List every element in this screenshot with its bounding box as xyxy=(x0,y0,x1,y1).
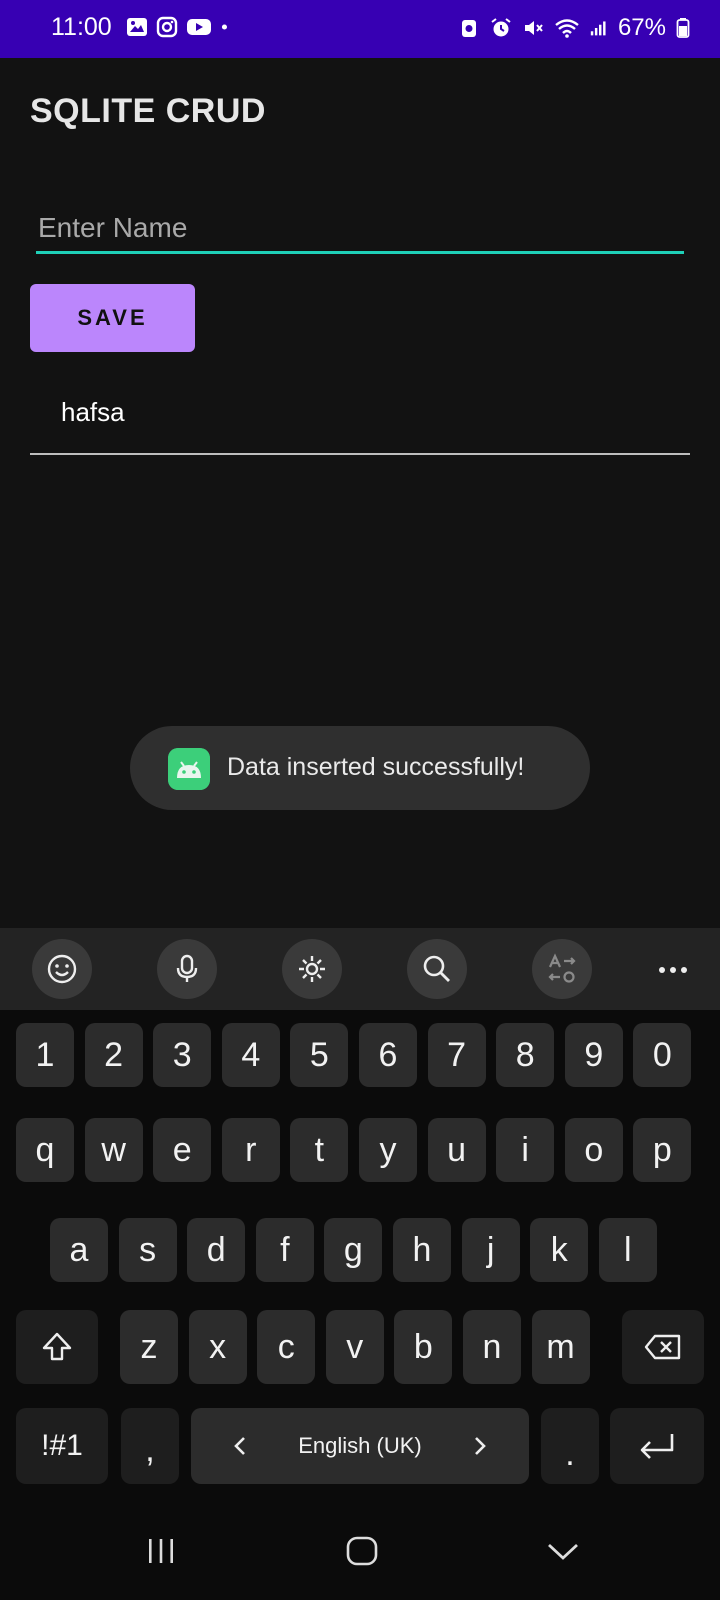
youtube-icon xyxy=(187,19,211,35)
battery-percentage: 67% xyxy=(617,14,666,41)
key-n[interactable]: n xyxy=(463,1310,521,1384)
language-label: English (UK) xyxy=(298,1433,422,1458)
key-d[interactable]: d xyxy=(187,1218,246,1282)
key-f[interactable]: f xyxy=(255,1218,314,1282)
battery-icon xyxy=(676,18,690,38)
key-c[interactable]: c xyxy=(257,1310,316,1384)
keyboard: 1 2 3 4 5 6 7 8 9 0 q w e r t y u i o p a s d f g h j k l z x c v b n m !#1,… xyxy=(0,928,720,1496)
status-system-icons: 67% xyxy=(458,14,690,42)
key-e[interactable]: e xyxy=(153,1118,212,1182)
key-w[interactable]: w xyxy=(84,1118,143,1182)
translate-button[interactable] xyxy=(532,939,592,999)
status-time: 11:00 xyxy=(51,13,112,41)
key-i[interactable]: i xyxy=(496,1118,555,1182)
key-r[interactable]: r xyxy=(221,1118,280,1182)
key-s[interactable]: s xyxy=(118,1218,177,1282)
key-3[interactable]: 3 xyxy=(153,1023,212,1087)
mute-icon xyxy=(524,21,543,35)
back-button[interactable] xyxy=(533,1526,593,1576)
key-u[interactable]: u xyxy=(427,1118,486,1182)
toast: Data inserted successfully! xyxy=(130,726,590,810)
key-7[interactable]: 7 xyxy=(427,1023,486,1087)
recent-apps-icon xyxy=(149,1539,173,1563)
navigation-bar xyxy=(0,1496,720,1600)
key-q[interactable]: q xyxy=(16,1118,74,1182)
search-button[interactable] xyxy=(407,939,467,999)
comma-key[interactable]: , xyxy=(121,1408,179,1484)
key-5[interactable]: 5 xyxy=(290,1023,349,1087)
key-m[interactable]: m xyxy=(531,1310,590,1384)
key-6[interactable]: 6 xyxy=(359,1023,417,1087)
signal-icon xyxy=(590,21,606,36)
key-g[interactable]: g xyxy=(324,1218,383,1282)
enter-key[interactable] xyxy=(610,1408,704,1484)
key-8[interactable]: 8 xyxy=(496,1023,555,1087)
key-h[interactable]: h xyxy=(393,1218,451,1282)
key-t[interactable]: t xyxy=(290,1118,349,1182)
shift-key[interactable] xyxy=(16,1310,98,1384)
emoji-icon xyxy=(47,954,77,984)
keyboard-toolbar xyxy=(0,928,720,1010)
home-button[interactable] xyxy=(332,1526,392,1576)
home-icon xyxy=(346,1536,378,1566)
name-field-container xyxy=(36,204,684,258)
key-p[interactable]: p xyxy=(633,1118,692,1182)
alarm-icon xyxy=(491,18,511,37)
wifi-icon xyxy=(555,19,579,38)
instagram-icon xyxy=(156,16,178,38)
key-0[interactable]: 0 xyxy=(633,1023,692,1087)
search-icon xyxy=(423,955,450,982)
app-title: SQLITE CRUD xyxy=(30,92,266,130)
backspace-icon xyxy=(644,1334,681,1360)
key-z[interactable]: z xyxy=(120,1310,178,1384)
back-icon xyxy=(548,1543,578,1560)
backspace-key[interactable] xyxy=(622,1310,704,1384)
key-2[interactable]: 2 xyxy=(84,1023,143,1087)
key-j[interactable]: j xyxy=(461,1218,520,1282)
key-l[interactable]: l xyxy=(598,1218,657,1282)
microphone-icon xyxy=(176,954,198,982)
key-b[interactable]: b xyxy=(394,1310,453,1384)
name-input[interactable] xyxy=(36,204,684,254)
key-1[interactable]: 1 xyxy=(16,1023,74,1087)
android-icon xyxy=(168,748,210,790)
key-o[interactable]: o xyxy=(564,1118,623,1182)
more-options-button[interactable] xyxy=(653,950,693,990)
key-v[interactable]: v xyxy=(325,1310,384,1384)
save-button[interactable]: SAVE xyxy=(30,284,195,352)
enter-icon xyxy=(640,1434,674,1459)
status-bar: 11:00 67% xyxy=(0,0,720,58)
settings-icon xyxy=(299,956,325,982)
dot-icon xyxy=(221,24,227,30)
space-key[interactable]: English (UK) xyxy=(191,1408,529,1484)
emoji-button[interactable] xyxy=(32,939,92,999)
key-y[interactable]: y xyxy=(359,1118,417,1182)
keyboard-settings-button[interactable] xyxy=(282,939,342,999)
gallery-icon xyxy=(127,18,147,36)
more-icon xyxy=(659,967,687,973)
recent-apps-button[interactable] xyxy=(131,1526,191,1576)
symbols-key[interactable]: !#1 xyxy=(16,1408,108,1484)
key-a[interactable]: a xyxy=(50,1218,108,1282)
translate-icon xyxy=(548,953,576,983)
shift-icon xyxy=(42,1332,72,1361)
voice-input-button[interactable] xyxy=(157,939,217,999)
toast-message: Data inserted successfully! xyxy=(227,753,525,781)
chevron-left-icon xyxy=(234,1437,245,1455)
key-x[interactable]: x xyxy=(188,1310,247,1384)
battery-saver-icon xyxy=(461,20,476,37)
period-key[interactable]: . xyxy=(541,1408,599,1484)
key-9[interactable]: 9 xyxy=(564,1023,623,1087)
status-notification-icons xyxy=(126,16,234,38)
chevron-right-icon xyxy=(475,1437,486,1455)
list-item-name: hafsa xyxy=(61,397,125,427)
key-4[interactable]: 4 xyxy=(221,1023,280,1087)
list-item[interactable]: hafsa xyxy=(30,380,690,455)
key-k[interactable]: k xyxy=(530,1218,589,1282)
